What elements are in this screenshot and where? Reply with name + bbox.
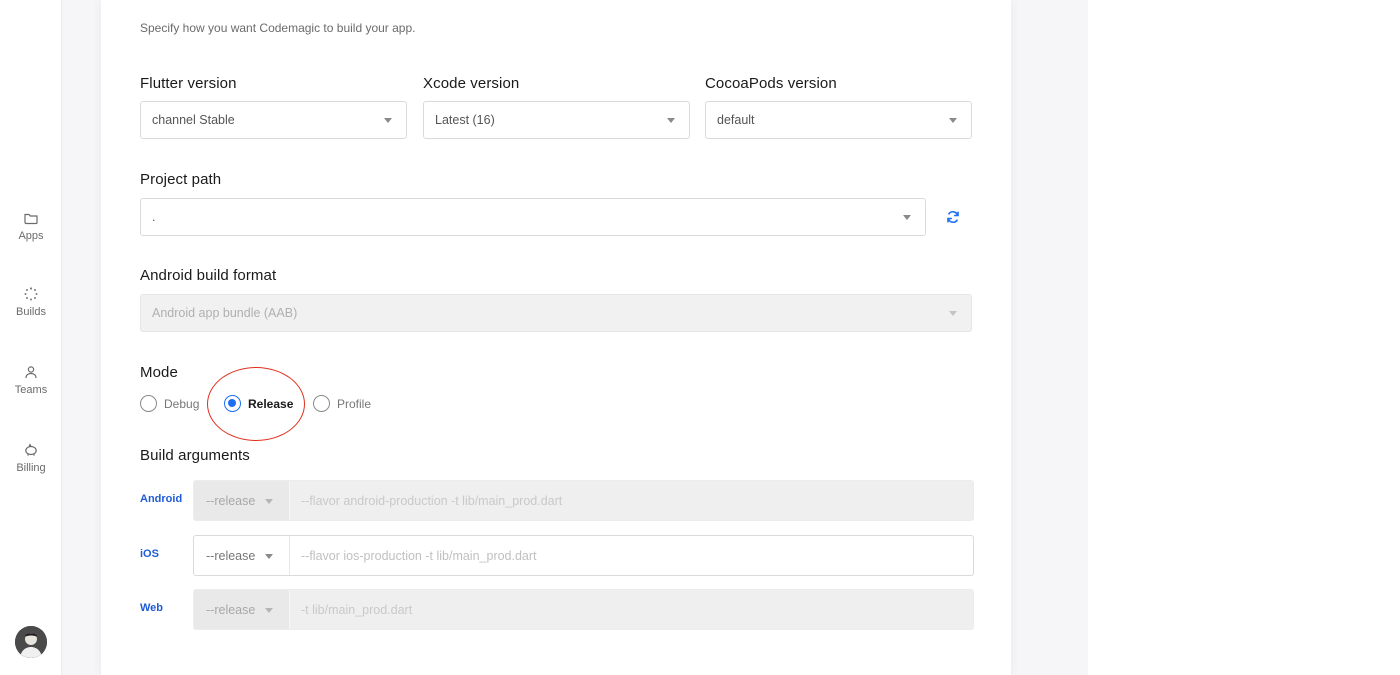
platform-label-android: Android bbox=[140, 493, 183, 505]
build-mode-select-web: --release bbox=[194, 590, 290, 629]
user-icon bbox=[25, 366, 37, 379]
nav-item-teams[interactable]: Teams bbox=[0, 364, 62, 396]
android-build-format-select: Android app bundle (AAB) bbox=[140, 294, 972, 332]
project-path-select[interactable]: . bbox=[140, 198, 926, 236]
build-args-input-ios[interactable] bbox=[290, 536, 973, 575]
project-path-label: Project path bbox=[140, 171, 222, 188]
nav-item-apps[interactable]: Apps bbox=[0, 210, 62, 242]
build-mode-value: --release bbox=[206, 602, 256, 617]
left-navigation: Apps Builds Teams Billing bbox=[0, 0, 62, 675]
chevron-down-icon bbox=[265, 608, 273, 613]
nav-item-label: Builds bbox=[16, 306, 46, 318]
mode-radio-release[interactable]: Release bbox=[224, 395, 293, 412]
mode-radio-profile[interactable]: Profile bbox=[313, 395, 371, 412]
piggy-bank-icon bbox=[25, 443, 37, 456]
right-panel bbox=[1088, 0, 1400, 675]
platform-label-web: Web bbox=[140, 602, 164, 614]
cocoapods-version-select[interactable]: default bbox=[705, 101, 972, 139]
build-mode-select-android: --release bbox=[194, 481, 290, 520]
builds-spinner-icon bbox=[24, 287, 38, 301]
avatar-photo-icon bbox=[15, 626, 47, 658]
build-mode-select-ios[interactable]: --release bbox=[194, 536, 290, 575]
cocoapods-version-label: CocoaPods version bbox=[705, 75, 837, 92]
radio-circle[interactable] bbox=[313, 395, 330, 412]
nav-item-label: Billing bbox=[16, 462, 46, 474]
flutter-version-label: Flutter version bbox=[140, 75, 237, 92]
avatar[interactable] bbox=[15, 626, 47, 658]
project-path-value: . bbox=[152, 210, 156, 224]
nav-item-label: Apps bbox=[18, 230, 44, 242]
chevron-down-icon bbox=[949, 311, 957, 316]
nav-item-billing[interactable]: Billing bbox=[0, 442, 62, 474]
radio-label: Profile bbox=[337, 396, 372, 411]
radio-label: Release bbox=[248, 396, 294, 411]
radio-label: Debug bbox=[164, 396, 200, 411]
chevron-down-icon bbox=[949, 118, 957, 123]
chevron-down-icon bbox=[384, 118, 392, 123]
android-build-format-label: Android build format bbox=[140, 267, 277, 284]
cocoapods-version-value: default bbox=[717, 113, 755, 127]
chevron-down-icon bbox=[667, 118, 675, 123]
xcode-version-select[interactable]: Latest (16) bbox=[423, 101, 690, 139]
radio-circle[interactable] bbox=[224, 395, 241, 412]
nav-item-builds[interactable]: Builds bbox=[0, 286, 62, 318]
chevron-down-icon bbox=[265, 554, 273, 559]
nav-item-label: Teams bbox=[14, 384, 48, 396]
refresh-icon[interactable] bbox=[946, 210, 960, 224]
chevron-down-icon bbox=[903, 215, 911, 220]
build-args-row-ios: --release bbox=[193, 535, 974, 576]
build-arguments-label: Build arguments bbox=[140, 447, 250, 464]
flutter-version-select[interactable]: channel Stable bbox=[140, 101, 407, 139]
build-args-row-web: --release bbox=[193, 589, 974, 630]
folder-icon bbox=[24, 213, 38, 225]
mode-radio-debug[interactable]: Debug bbox=[140, 395, 199, 412]
build-mode-value: --release bbox=[206, 493, 256, 508]
section-subtitle: Specify how you want Codemagic to build … bbox=[140, 21, 416, 35]
build-args-row-android: --release bbox=[193, 480, 974, 521]
platform-label-ios: iOS bbox=[140, 548, 159, 560]
build-args-input-android bbox=[290, 481, 973, 520]
android-build-format-value: Android app bundle (AAB) bbox=[152, 306, 298, 320]
build-mode-value: --release bbox=[206, 548, 256, 563]
build-args-input-web bbox=[290, 590, 973, 629]
mode-label: Mode bbox=[140, 364, 178, 381]
flutter-version-value: channel Stable bbox=[152, 113, 235, 127]
xcode-version-label: Xcode version bbox=[423, 75, 520, 92]
chevron-down-icon bbox=[265, 499, 273, 504]
radio-circle[interactable] bbox=[140, 395, 157, 412]
xcode-version-value: Latest (16) bbox=[435, 113, 495, 127]
